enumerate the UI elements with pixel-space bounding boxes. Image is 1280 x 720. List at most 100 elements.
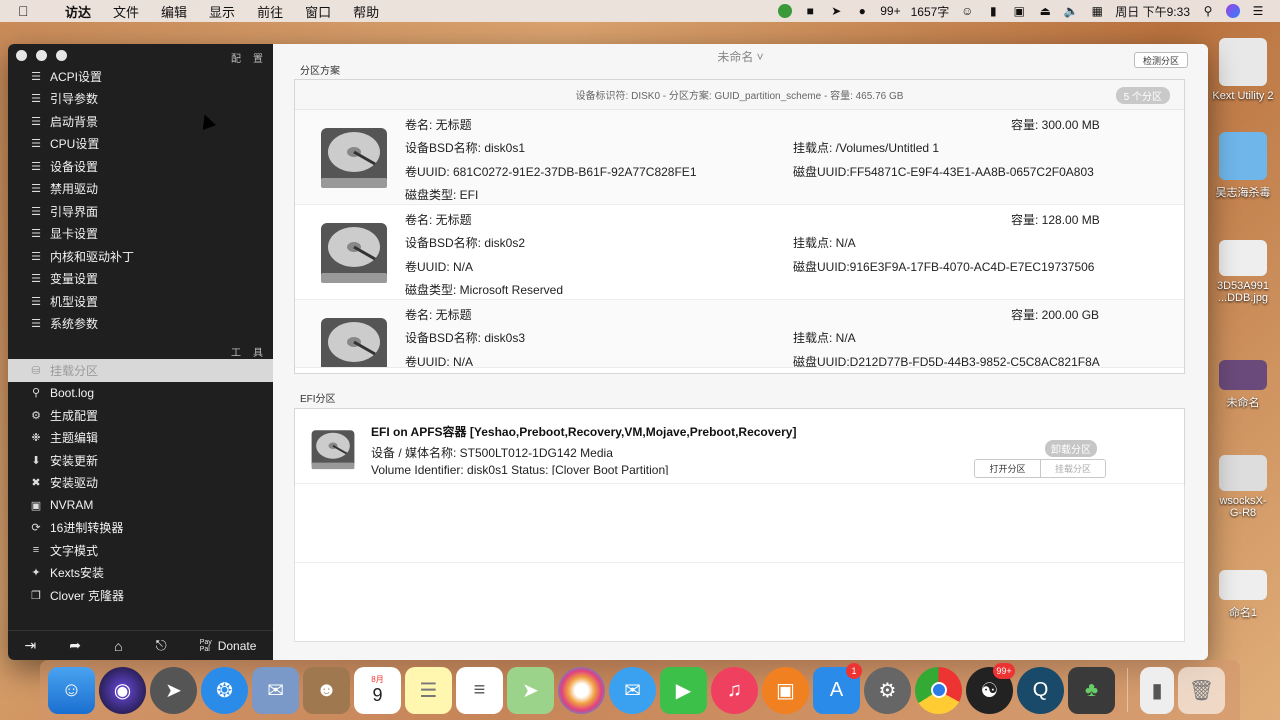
- import-icon[interactable]: ⇥: [25, 637, 37, 654]
- book-icon: ▣: [776, 679, 795, 702]
- share-icon[interactable]: ⎋: [156, 637, 167, 654]
- sidebar-item-smbios[interactable]: ☰ 机型设置: [8, 290, 273, 313]
- dock-archive[interactable]: ▮: [1140, 666, 1174, 714]
- mic-icon[interactable]: ▮: [985, 3, 1001, 19]
- wechat-icon[interactable]: ●: [854, 3, 870, 19]
- dock-chrome[interactable]: [915, 666, 962, 714]
- list-icon: ☰: [31, 70, 41, 83]
- menu-window[interactable]: 窗口: [294, 2, 342, 21]
- sidebar-item-theme-editor[interactable]: ❉ 主题编辑: [8, 427, 273, 450]
- dock-quicktime[interactable]: Q: [1017, 666, 1064, 714]
- menu-go[interactable]: 前往: [246, 2, 294, 21]
- sidebar-item-system-parameters[interactable]: ☰ 系统参数: [8, 313, 273, 336]
- donate-button[interactable]: Pay Pal Donate: [200, 639, 257, 653]
- dock-mail[interactable]: ✉: [252, 666, 299, 714]
- desktop-icon-shadowsocks[interactable]: wsocksX- G-R8: [1206, 455, 1280, 519]
- desktop-icon-jpg[interactable]: 3D53A991 ...DDB.jpg: [1206, 240, 1280, 304]
- sidebar-item-gui[interactable]: ☰ 引导界面: [8, 200, 273, 223]
- menu-edit[interactable]: 编辑: [150, 2, 198, 21]
- refresh-icon: ⟳: [31, 522, 41, 535]
- dock-app-store[interactable]: A 1: [813, 662, 862, 714]
- dock-calendar[interactable]: 8月 9: [354, 666, 401, 714]
- sidebar-item-devices[interactable]: ☰ 设备设置: [8, 155, 273, 178]
- dock-qq[interactable]: ☯ 99+: [966, 662, 1015, 714]
- sidebar-item-acpi[interactable]: ☰ ACPI设置: [8, 65, 273, 88]
- dock-clover-configurator[interactable]: ♣: [1068, 666, 1115, 714]
- send-icon[interactable]: ➤: [828, 3, 844, 19]
- efi-row[interactable]: EFI on APFS容器 [Yeshao,Preboot,Recovery,V…: [295, 409, 1184, 484]
- text-icon[interactable]: ▣: [1011, 3, 1027, 19]
- dock-music[interactable]: ♫: [711, 666, 758, 714]
- dock-books[interactable]: ▣: [762, 666, 809, 714]
- sidebar-item-install-update[interactable]: ⬇ 安装更新: [8, 449, 273, 472]
- search-icon[interactable]: ⚲: [1200, 3, 1216, 19]
- dock-trash[interactable]: 🗑: [1178, 666, 1225, 714]
- dock-notes[interactable]: ☰: [405, 666, 452, 714]
- partition-row[interactable]: 卷名: 无标题 容量: 200.00 GB 设备BSD名称: disk0s3 挂…: [295, 300, 1184, 368]
- partition-row[interactable]: 卷名: 无标题 容量: 300.00 MB 设备BSD名称: disk0s1 挂…: [295, 110, 1184, 205]
- partition-row[interactable]: 卷名: 无标题 容量: 128.00 MB 设备BSD名称: disk0s2 挂…: [295, 205, 1184, 300]
- menu-view[interactable]: 显示: [198, 2, 246, 21]
- sidebar-item-boot-log[interactable]: ⚲ Boot.log: [8, 382, 273, 405]
- stop-icon[interactable]: ■: [802, 3, 818, 19]
- menu-help[interactable]: 帮助: [342, 2, 390, 21]
- sidebar-item-text-mode[interactable]: ≡ 文字模式: [8, 539, 273, 562]
- eject-icon[interactable]: ⏏: [1037, 3, 1053, 19]
- dock-system-preferences[interactable]: ⚙: [864, 666, 911, 714]
- sidebar-item-kexts-installer[interactable]: ✦ Kexts安装: [8, 562, 273, 585]
- dock-finder[interactable]: ☺: [48, 666, 95, 714]
- sidebar-item-nvram[interactable]: ▣ NVRAM: [8, 494, 273, 517]
- dock-reminders[interactable]: ≡: [456, 666, 503, 714]
- sidebar-footer: ⇥ ➦ ⌂ ⎋ Pay Pal Donate: [8, 630, 273, 660]
- siri-icon[interactable]: [1226, 4, 1240, 18]
- sidebar-item-kernel-patches[interactable]: ☰ 内核和驱动补丁: [8, 245, 273, 268]
- open-partition-button[interactable]: 打开分区: [975, 460, 1040, 477]
- volume-icon[interactable]: 🔈: [1063, 3, 1079, 19]
- sidebar-item-hex-converter[interactable]: ⟳ 16进制转换器: [8, 517, 273, 540]
- list-icon: ☰: [31, 205, 41, 218]
- dock-maps[interactable]: ➤: [507, 666, 554, 714]
- volume-uuid: 卷UUID: N/A: [405, 260, 474, 274]
- dock-siri[interactable]: ◉: [99, 666, 146, 714]
- desktop-icon-kext-utility[interactable]: Kext Utility 2: [1206, 38, 1280, 102]
- capacity: 容量: 300.00 MB: [1011, 118, 1100, 132]
- menu-app-name[interactable]: 访达: [54, 2, 102, 21]
- clock[interactable]: 周日 下午9:33: [1115, 3, 1190, 20]
- dock-safari[interactable]: ❂: [201, 666, 248, 714]
- unmount-badge[interactable]: 卸载分区: [1045, 440, 1097, 457]
- sidebar-item-cpu[interactable]: ☰ CPU设置: [8, 133, 273, 156]
- dock-launchpad[interactable]: ➤: [150, 666, 197, 714]
- baidu-icon[interactable]: ☺: [959, 3, 975, 19]
- sidebar-item-boot-args[interactable]: ☰ 引导参数: [8, 88, 273, 111]
- dock-photos[interactable]: [558, 666, 605, 714]
- dock-messages[interactable]: ✉: [609, 666, 656, 714]
- sidebar-item-rt-variables[interactable]: ☰ 变量设置: [8, 268, 273, 291]
- dock-facetime[interactable]: ▶: [660, 666, 707, 714]
- desktop-icon-folder[interactable]: 吴志海杀毒: [1206, 132, 1280, 200]
- menu-file[interactable]: 文件: [102, 2, 150, 21]
- window-title[interactable]: 未命名 ˅: [273, 48, 1208, 65]
- zoom-button[interactable]: [56, 50, 67, 61]
- input-method-icon[interactable]: ▦: [1089, 3, 1105, 19]
- home-icon[interactable]: ⌂: [114, 638, 122, 654]
- mount-partition-button[interactable]: 挂载分区: [1040, 460, 1105, 477]
- desktop-icon-untitled[interactable]: 未命名: [1206, 360, 1280, 410]
- notification-center-icon[interactable]: ☰: [1250, 3, 1266, 19]
- word-count[interactable]: 1657字: [911, 3, 950, 20]
- sidebar-item-generate-config[interactable]: ⚙ 生成配置: [8, 404, 273, 427]
- minimize-button[interactable]: [36, 50, 47, 61]
- sidebar-item-clover-cloner[interactable]: ❐ Clover 克隆器: [8, 584, 273, 607]
- dock-contacts[interactable]: ☻: [303, 666, 350, 714]
- sidebar-item-disable-drivers[interactable]: ☰ 禁用驱动: [8, 178, 273, 201]
- sidebar-item-boot-graphics[interactable]: ☰ 启动背景: [8, 110, 273, 133]
- status-green-icon[interactable]: [778, 4, 793, 18]
- sidebar-item-mount-efi[interactable]: ⛁ 挂载分区: [8, 359, 273, 382]
- export-icon[interactable]: ➦: [69, 637, 81, 654]
- apple-icon[interactable]: : [18, 3, 40, 19]
- download-icon: ⬇: [31, 454, 41, 467]
- detect-partitions-button[interactable]: 检测分区: [1134, 52, 1188, 68]
- close-button[interactable]: [16, 50, 27, 61]
- desktop-icon-untitled1[interactable]: 命名1: [1206, 570, 1280, 620]
- sidebar-item-install-drivers[interactable]: ✖ 安装驱动: [8, 472, 273, 495]
- sidebar-item-graphics[interactable]: ☰ 显卡设置: [8, 223, 273, 246]
